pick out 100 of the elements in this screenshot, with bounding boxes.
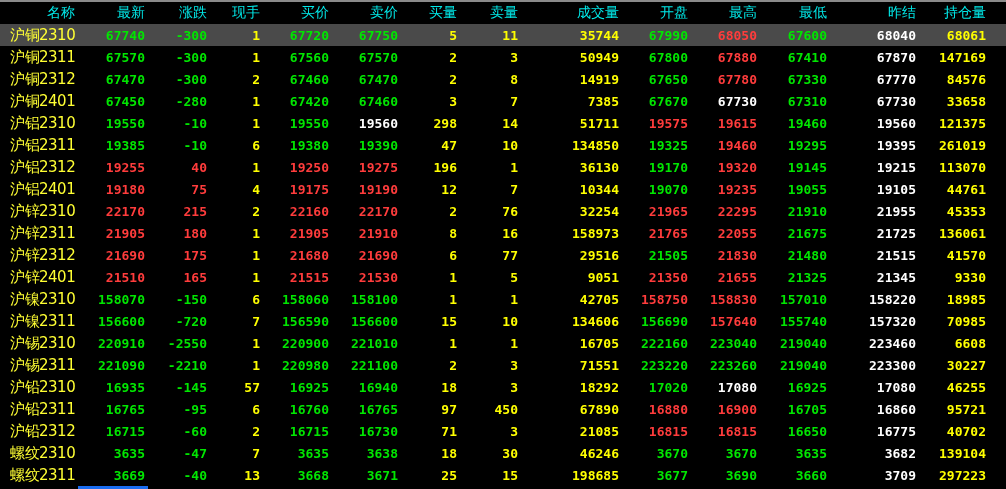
table-row[interactable]: 沪铜2310 67740 -300 1 67720 67750 5 11 35744 67990 68050 67600 68040 68061: [0, 24, 1006, 46]
column-header[interactable]: 持仓量: [919, 4, 989, 22]
table-cell-text: 36130: [578, 159, 620, 175]
table-row[interactable]: 沪锌2401 21510 165 1 21515 21530 1 5 9051 21350 21655 21325 21345 9330: [0, 266, 1006, 288]
table-cell-text: 261019: [938, 137, 987, 153]
table-cell-text: 21910: [357, 225, 399, 241]
table-cell-text: 97: [440, 401, 458, 417]
table-row[interactable]: 沪锌2312 21690 175 1 21680 21690 6 77 29516 21505 21830 21480 21515 41570: [0, 244, 1006, 266]
column-header[interactable]: 卖量: [460, 4, 521, 22]
table-row[interactable]: 沪铝2310 19550 -10 1 19550 19560 298 14 51711 19575 19615 19460 19560 121375: [0, 112, 1006, 134]
table-cell-text: 11: [501, 27, 519, 43]
table-cell-text: 21510: [104, 269, 146, 285]
table-cell-text: 10344: [578, 181, 620, 197]
table-row[interactable]: 沪铜2311 67570 -300 1 67560 67570 2 3 50949 67800 67880 67410 67870 147169: [0, 46, 1006, 68]
table-cell-text: -300: [174, 71, 208, 87]
column-header[interactable]: 买量: [401, 4, 460, 22]
table-cell-text: 158100: [350, 291, 399, 307]
column-header[interactable]: 买价: [263, 4, 332, 22]
table-cell-text: 67740: [104, 27, 146, 43]
table-row[interactable]: 沪锌2311 21905 180 1 21905 21910 8 16 158973 21765 22055 21675 21725 136061: [0, 222, 1006, 244]
column-header[interactable]: 名称: [0, 4, 80, 22]
table-cell-text: 67470: [104, 71, 146, 87]
table-cell-text: 180: [182, 225, 208, 241]
table-cell-text: 158060: [281, 291, 330, 307]
column-header[interactable]: 最新: [80, 4, 148, 22]
table-cell-text: 51711: [578, 115, 620, 131]
table-cell-text: 46246: [578, 445, 620, 461]
table-cell-text: 21350: [647, 269, 689, 285]
table-cell-text: 19615: [716, 115, 758, 131]
table-cell-text: -2210: [166, 357, 208, 373]
table-cell-text: 75: [190, 181, 208, 197]
table-cell-text: 21690: [104, 247, 146, 263]
column-header[interactable]: 成交量: [521, 4, 622, 22]
table-cell-text: 8: [509, 71, 519, 87]
table-cell-text: 156600: [350, 313, 399, 329]
table-cell-text: 40702: [945, 423, 987, 439]
table-cell-text: 1: [509, 335, 519, 351]
table-cell-text: 9330: [953, 269, 987, 285]
table-cell-text: 221010: [350, 335, 399, 351]
table-row[interactable]: 沪铝2311 19385 -10 6 19380 19390 47 10 134850 19325 19460 19295 19395 261019: [0, 134, 1006, 156]
column-header[interactable]: 涨跌: [148, 4, 210, 22]
table-cell-text: 19255: [104, 159, 146, 175]
column-header[interactable]: 现手: [210, 4, 263, 22]
table-row[interactable]: 沪铝2401 19180 75 4 19175 19190 12 7 10344 19070 19235 19055 19105 44761: [0, 178, 1006, 200]
table-cell-text: 46255: [945, 379, 987, 395]
table-cell-text: 3709: [883, 467, 917, 483]
table-row[interactable]: 沪锌2310 22170 215 2 22160 22170 2 76 32254 21965 22295 21910 21955 45353: [0, 200, 1006, 222]
column-header[interactable]: 开盘: [622, 4, 691, 22]
table-row[interactable]: 螺纹2310 3635 -47 7 3635 3638 18 30 46246 3670 3670 3635 3682 139104: [0, 442, 1006, 464]
table-row[interactable]: 螺纹2311 3669 -40 13 3668 3671 25 15 198685 3677 3690 3660 3709 297223: [0, 464, 1006, 486]
table-cell-text: 19550: [104, 115, 146, 131]
contract-name: 沪锌2401: [9, 267, 77, 287]
table-row[interactable]: 沪镍2310 158070 -150 6 158060 158100 1 1 42705 158750 158830 157010 158220 18985: [0, 288, 1006, 310]
table-cell-text: 158220: [868, 291, 917, 307]
table-row[interactable]: 沪铝2312 19255 40 1 19250 19275 196 1 36130 19170 19320 19145 19215 113070: [0, 156, 1006, 178]
table-cell-text: 35744: [578, 27, 620, 43]
contract-name: 沪镍2310: [9, 289, 77, 309]
table-cell-text: 16650: [786, 423, 828, 439]
table-cell-text: 42705: [578, 291, 620, 307]
table-cell-text: 6: [251, 291, 261, 307]
table-cell-text: 158070: [97, 291, 146, 307]
table-row[interactable]: 沪锡2310 220910 -2550 1 220900 221010 1 1 16705 222160 223040 219040 223460 6608: [0, 332, 1006, 354]
table-cell-text: 3: [509, 423, 519, 439]
table-cell-text: -150: [174, 291, 208, 307]
table-row[interactable]: 沪镍2311 156600 -720 7 156590 156600 15 10 134606 156690 157640 155740 157320 70985: [0, 310, 1006, 332]
table-cell-text: 113070: [938, 159, 987, 175]
table-cell-text: 1: [251, 93, 261, 109]
table-cell-text: 3635: [296, 445, 330, 461]
table-cell-text: 45353: [945, 203, 987, 219]
table-cell-text: 70985: [945, 313, 987, 329]
table-cell-text: 19250: [288, 159, 330, 175]
table-row[interactable]: 沪铅2310 16935 -145 57 16925 16940 18 3 18292 17020 17080 16925 17080 46255: [0, 376, 1006, 398]
column-header[interactable]: 最低: [760, 4, 830, 22]
scroll-indicator[interactable]: [78, 486, 148, 489]
table-cell-text: 1: [251, 115, 261, 131]
table-cell-text: 297223: [938, 467, 987, 483]
table-cell-text: 3669: [112, 467, 146, 483]
table-cell-text: -60: [182, 423, 208, 439]
column-header[interactable]: 卖价: [332, 4, 401, 22]
column-header[interactable]: 昨结: [830, 4, 919, 22]
table-row[interactable]: 沪铜2401 67450 -280 1 67420 67460 3 7 7385 67670 67730 67310 67730 33658: [0, 90, 1006, 112]
table-cell-text: 19190: [357, 181, 399, 197]
table-cell-text: 67750: [357, 27, 399, 43]
table-row[interactable]: 沪铅2311 16765 -95 6 16760 16765 97 450 67890 16880 16900 16705 16860 95721: [0, 398, 1006, 420]
column-header[interactable]: 最高: [691, 4, 760, 22]
table-cell-text: 16925: [288, 379, 330, 395]
table-cell-text: 67570: [357, 49, 399, 65]
table-cell-text: 19295: [786, 137, 828, 153]
table-row[interactable]: 沪锡2311 221090 -2210 1 220980 221100 2 3 71551 223220 223260 219040 223300 30227: [0, 354, 1006, 376]
table-cell-text: 3682: [883, 445, 917, 461]
table-cell-text: 32254: [578, 203, 620, 219]
table-row[interactable]: 沪铜2312 67470 -300 2 67460 67470 2 8 14919 67650 67780 67330 67770 84576: [0, 68, 1006, 90]
table-cell-text: 215: [182, 203, 208, 219]
table-cell-text: 156600: [97, 313, 146, 329]
table-cell-text: 220910: [97, 335, 146, 351]
table-cell-text: 2: [251, 71, 261, 87]
table-cell-text: 3: [509, 357, 519, 373]
table-cell-text: 67670: [647, 93, 689, 109]
table-row[interactable]: 沪铅2312 16715 -60 2 16715 16730 71 3 21085 16815 16815 16650 16775 40702: [0, 420, 1006, 442]
table-cell-text: 68050: [716, 27, 758, 43]
